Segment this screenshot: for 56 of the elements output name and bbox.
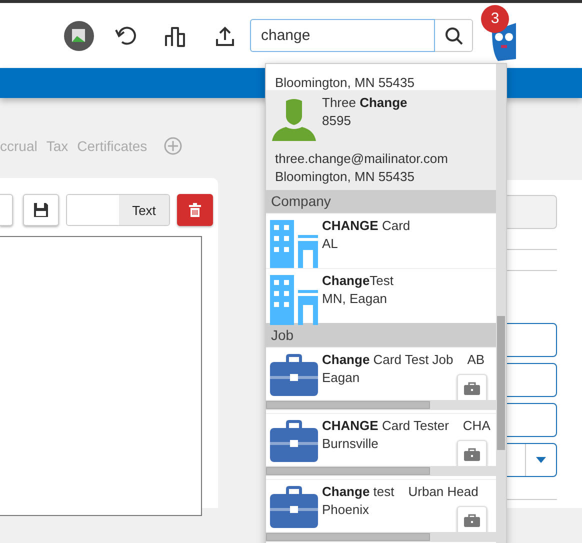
search-button[interactable] [435, 19, 473, 52]
caret-icon [536, 457, 546, 463]
result-subtitle: 8595 [322, 112, 352, 128]
result-title: Change test [322, 484, 394, 499]
text-field[interactable]: Text [66, 194, 170, 226]
horizontal-scrollbar[interactable] [266, 532, 496, 542]
result-subtitle: AL [322, 236, 339, 252]
horizontal-scrollbar[interactable] [266, 466, 496, 476]
vertical-scrollbar[interactable] [496, 64, 506, 543]
result-title: Change Card Test Job [322, 352, 454, 367]
buildings-icon [270, 275, 318, 326]
search-result[interactable]: CHANGE Card AL [266, 213, 496, 268]
search-result[interactable]: CHANGE Card Tester CHA Burnsville [266, 413, 496, 479]
search-field[interactable]: change [250, 19, 435, 52]
result-detail: three.change@mailinator.com [275, 150, 449, 166]
result-detail: Bloomington, MN 55435 [275, 168, 416, 184]
briefcase-icon [270, 486, 318, 528]
search-icon [444, 26, 462, 44]
briefcase-icon [464, 514, 480, 526]
result-subtitle: Eagan [322, 370, 361, 385]
result-group-header: Job [266, 323, 496, 347]
search-result[interactable]: Change Card Test Job AB Eagan [266, 347, 496, 413]
result-title: Three Change [322, 94, 408, 110]
search-result[interactable]: ChangeTest MN, Eagan [266, 268, 496, 324]
result-title: ChangeTest [322, 273, 394, 288]
job-button[interactable] [457, 440, 487, 468]
input-addon: Text [119, 195, 169, 225]
job-button[interactable] [457, 374, 487, 402]
horizontal-scrollbar[interactable] [266, 400, 496, 410]
result-subtitle: Phoenix [322, 502, 370, 517]
briefcase-icon [270, 420, 318, 462]
briefcase-icon [464, 448, 480, 460]
search-result[interactable]: Change test Urban Head Phoenix [266, 479, 496, 543]
briefcase-icon [464, 382, 480, 394]
broken-image-avatar-icon[interactable] [64, 20, 94, 50]
result-address: Bloomington, MN 55435 [275, 74, 414, 90]
result-title: CHANGE Card [322, 218, 410, 234]
result-title: CHANGE Card Tester [322, 418, 449, 433]
delete-button[interactable] [177, 194, 213, 226]
notification-badge: 3 [481, 4, 509, 32]
result-subtitle: Burnsville [322, 436, 380, 451]
person-icon [272, 96, 316, 141]
result-detail: CHA [462, 418, 490, 433]
result-group-header: Company [266, 190, 496, 214]
bar-chart-icon[interactable] [164, 24, 186, 46]
buildings-icon [270, 220, 318, 270]
result-detail: Urban Head [408, 484, 478, 499]
save-button[interactable] [23, 194, 59, 226]
trash-icon [189, 203, 201, 217]
briefcase-icon [270, 354, 318, 396]
upload-icon[interactable] [214, 24, 236, 46]
job-button[interactable] [457, 506, 487, 534]
search-result[interactable]: Three Change 8595 three.change@mailinator.com Bloomington, MN 55435 [266, 90, 496, 190]
result-detail: AB [467, 352, 485, 367]
undo-icon[interactable] [114, 24, 138, 48]
result-subtitle: MN, Eagan [322, 291, 388, 306]
